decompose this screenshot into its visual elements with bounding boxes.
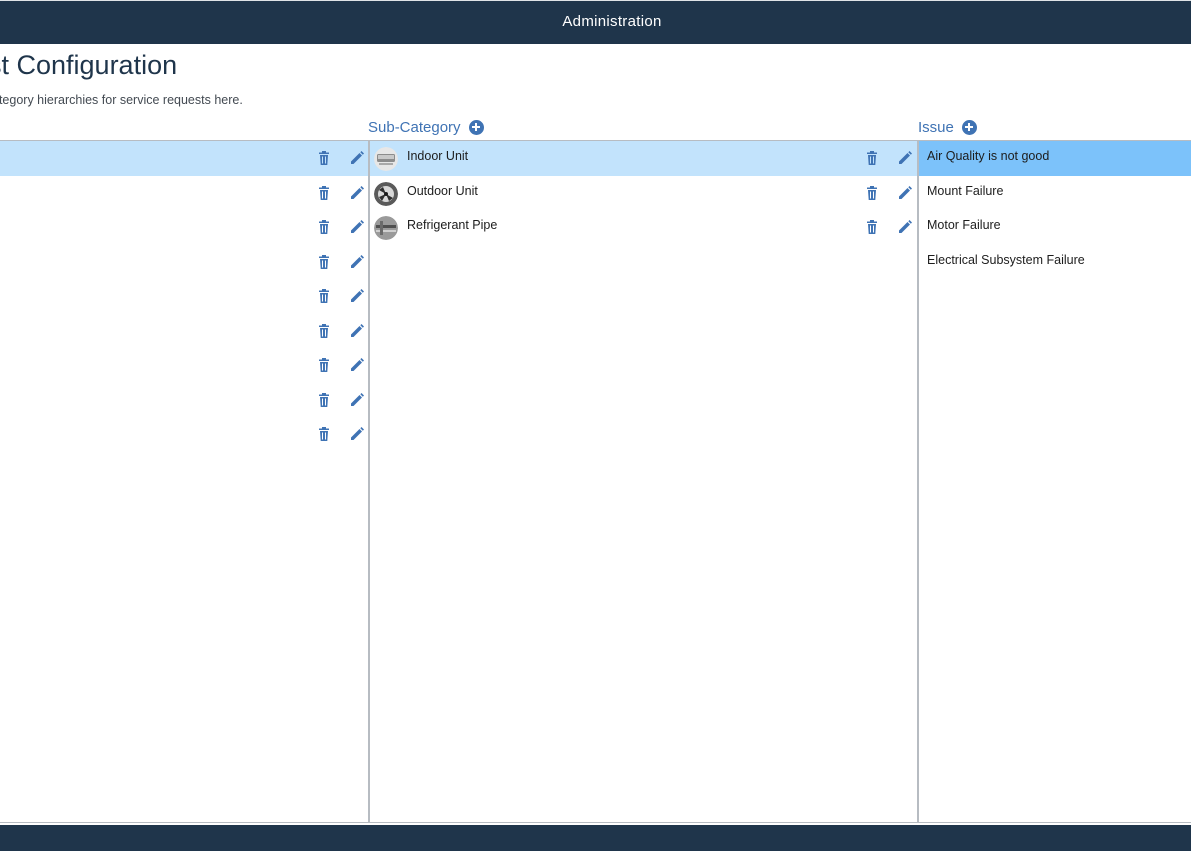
subcategory-row[interactable]: Indoor Unit — [370, 141, 917, 176]
page-subtitle: ategory hierarchies for service requests… — [0, 93, 243, 107]
trash-icon[interactable] — [864, 150, 880, 166]
category-row[interactable] — [0, 245, 368, 280]
page-title: st Configuration — [0, 50, 178, 80]
row-actions — [316, 323, 365, 341]
subcategory-row[interactable]: Outdoor Unit — [370, 176, 917, 211]
pencil-icon[interactable] — [349, 357, 365, 373]
issue-row[interactable]: Air Quality is not good — [919, 141, 1191, 176]
row-actions — [316, 254, 365, 272]
trash-icon[interactable] — [316, 254, 332, 270]
row-actions — [316, 150, 365, 168]
pencil-icon[interactable] — [349, 254, 365, 270]
issue-list: Air Quality is not good Mount Failure Mo… — [919, 140, 1191, 823]
outdoor-unit-thumbnail — [374, 181, 398, 206]
trash-icon[interactable] — [864, 185, 880, 201]
issue-label: Air Quality is not good — [927, 149, 1050, 163]
issue-header-label: Issue — [918, 118, 954, 136]
add-issue-button[interactable] — [961, 119, 977, 135]
category-list — [0, 140, 370, 823]
pencil-icon[interactable] — [349, 323, 365, 339]
row-actions — [316, 219, 365, 237]
category-row[interactable] — [0, 176, 368, 211]
trash-icon[interactable] — [316, 185, 332, 201]
pencil-icon[interactable] — [349, 288, 365, 304]
category-row[interactable] — [0, 383, 368, 418]
trash-icon[interactable] — [316, 150, 332, 166]
pencil-icon[interactable] — [349, 392, 365, 408]
issue-label: Mount Failure — [927, 183, 1004, 198]
subcategory-label: Refrigerant Pipe — [407, 218, 498, 232]
add-subcategory-button[interactable] — [468, 119, 484, 135]
row-actions — [316, 288, 365, 306]
subcategory-label: Outdoor Unit — [407, 183, 478, 198]
subcategory-header: Sub-Category — [368, 117, 484, 137]
trash-icon[interactable] — [316, 288, 332, 304]
category-row[interactable] — [0, 210, 368, 245]
issue-row[interactable]: Electrical Subsystem Failure — [919, 245, 1191, 280]
category-row[interactable] — [0, 141, 368, 176]
category-row[interactable] — [0, 314, 368, 349]
row-actions — [316, 426, 365, 444]
category-row[interactable] — [0, 417, 368, 452]
menu-edge-glyph[interactable]: : — [0, 12, 1, 29]
issue-label: Electrical Subsystem Failure — [927, 252, 1085, 267]
issue-row[interactable]: Mount Failure — [919, 176, 1191, 211]
subcategory-header-label: Sub-Category — [368, 118, 461, 136]
pencil-icon[interactable] — [897, 219, 913, 235]
row-actions — [316, 392, 365, 410]
subcategory-row[interactable]: Refrigerant Pipe — [370, 210, 917, 245]
trash-icon[interactable] — [316, 219, 332, 235]
pencil-icon[interactable] — [897, 150, 913, 166]
row-actions — [316, 185, 365, 203]
refrigerant-pipe-thumbnail — [374, 216, 398, 240]
row-actions — [864, 219, 913, 237]
top-bar: : Administration — [0, 0, 1191, 44]
issue-row[interactable]: Motor Failure — [919, 210, 1191, 245]
pencil-icon[interactable] — [349, 185, 365, 201]
subcategory-list: Indoor Unit Outdoor Unit Refrigerant Pip… — [370, 140, 919, 823]
trash-icon[interactable] — [864, 219, 880, 235]
pencil-icon[interactable] — [349, 426, 365, 442]
trash-icon[interactable] — [316, 426, 332, 442]
pencil-icon[interactable] — [349, 219, 365, 235]
app-title: Administration — [562, 13, 662, 30]
pencil-icon[interactable] — [897, 185, 913, 201]
issue-header: Issue — [918, 117, 977, 137]
trash-icon[interactable] — [316, 392, 332, 408]
bottom-bar — [0, 825, 1191, 851]
indoor-unit-thumbnail — [374, 147, 398, 171]
category-row[interactable] — [0, 279, 368, 314]
row-actions — [316, 357, 365, 375]
pencil-icon[interactable] — [349, 150, 365, 166]
row-actions — [864, 185, 913, 203]
issue-label: Motor Failure — [927, 218, 1001, 232]
category-row[interactable] — [0, 348, 368, 383]
row-actions — [864, 150, 913, 168]
trash-icon[interactable] — [316, 357, 332, 373]
subcategory-label: Indoor Unit — [407, 149, 469, 163]
trash-icon[interactable] — [316, 323, 332, 339]
